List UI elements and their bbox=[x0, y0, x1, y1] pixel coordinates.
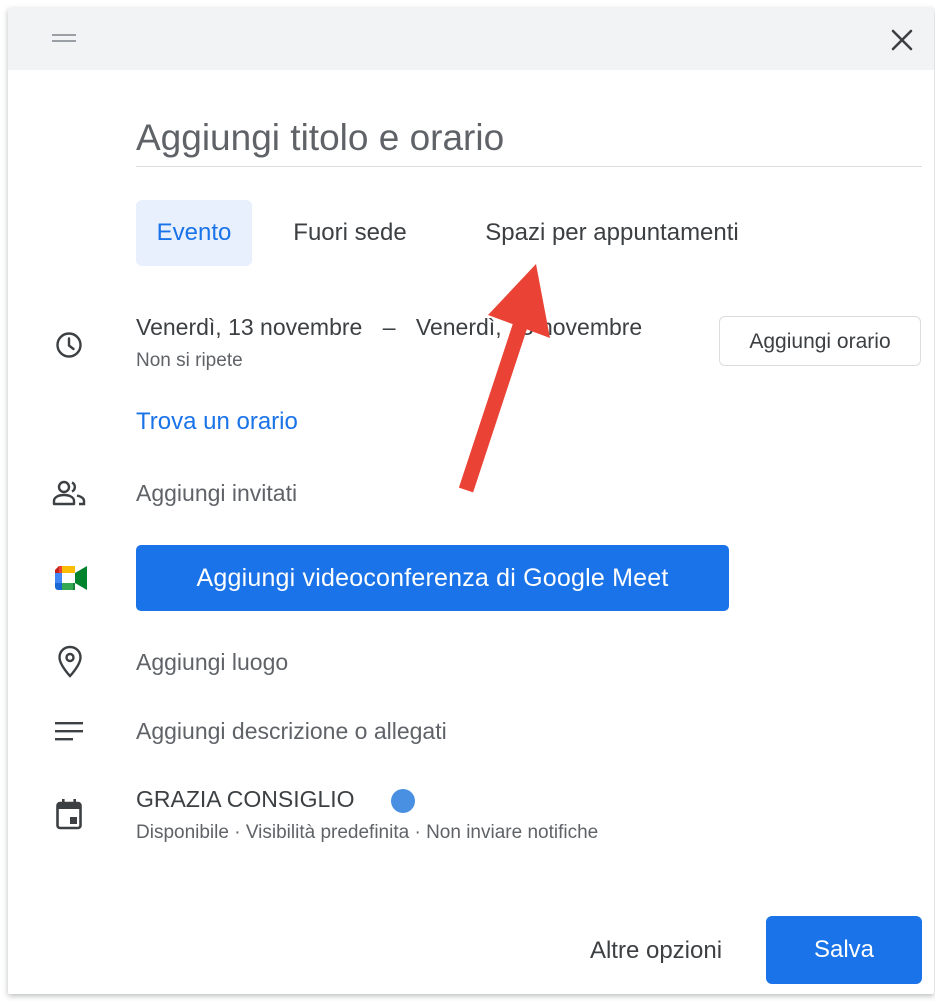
close-icon[interactable] bbox=[886, 24, 918, 56]
google-meet-icon bbox=[55, 566, 87, 590]
calendar-color-dot bbox=[391, 789, 415, 813]
recurrence-selector[interactable]: Non si ripete bbox=[136, 350, 243, 372]
add-guests-field[interactable]: Aggiungi invitati bbox=[136, 480, 297, 507]
date-separator: – bbox=[382, 314, 396, 340]
tab-spazi-per-appuntamenti[interactable]: Spazi per appuntamenti bbox=[446, 200, 778, 266]
people-icon bbox=[52, 480, 86, 506]
add-description-field[interactable]: Aggiungi descrizione o allegati bbox=[136, 718, 447, 745]
calendar-icon bbox=[56, 799, 82, 830]
more-options-button[interactable]: Altre opzioni bbox=[566, 918, 746, 984]
calendar-details[interactable]: Disponibile · Visibilità predefinita · N… bbox=[136, 822, 598, 844]
add-google-meet-button[interactable]: Aggiungi videoconferenza di Google Meet bbox=[136, 545, 729, 611]
location-pin-icon bbox=[58, 645, 82, 678]
tab-fuori-sede[interactable]: Fuori sede bbox=[270, 200, 430, 266]
tab-evento[interactable]: Evento bbox=[136, 200, 252, 266]
description-lines-icon bbox=[55, 722, 83, 741]
title-input[interactable] bbox=[136, 110, 922, 167]
event-dialog: Evento Fuori sede Spazi per appuntamenti… bbox=[8, 8, 934, 994]
save-button[interactable]: Salva bbox=[766, 916, 922, 984]
find-time-link[interactable]: Trova un orario bbox=[136, 408, 298, 436]
dialog-header bbox=[8, 8, 934, 70]
add-location-field[interactable]: Aggiungi luogo bbox=[136, 649, 288, 676]
add-time-button[interactable]: Aggiungi orario bbox=[719, 316, 921, 366]
end-date[interactable]: Venerdì, 13 novembre bbox=[416, 314, 642, 340]
calendar-owner-name[interactable]: GRAZIA CONSIGLIO bbox=[136, 786, 355, 813]
event-date-range[interactable]: Venerdì, 13 novembre – Venerdì, 13 novem… bbox=[136, 314, 642, 341]
drag-handle-icon[interactable] bbox=[52, 32, 76, 46]
start-date[interactable]: Venerdì, 13 novembre bbox=[136, 314, 362, 340]
clock-icon bbox=[56, 332, 82, 358]
